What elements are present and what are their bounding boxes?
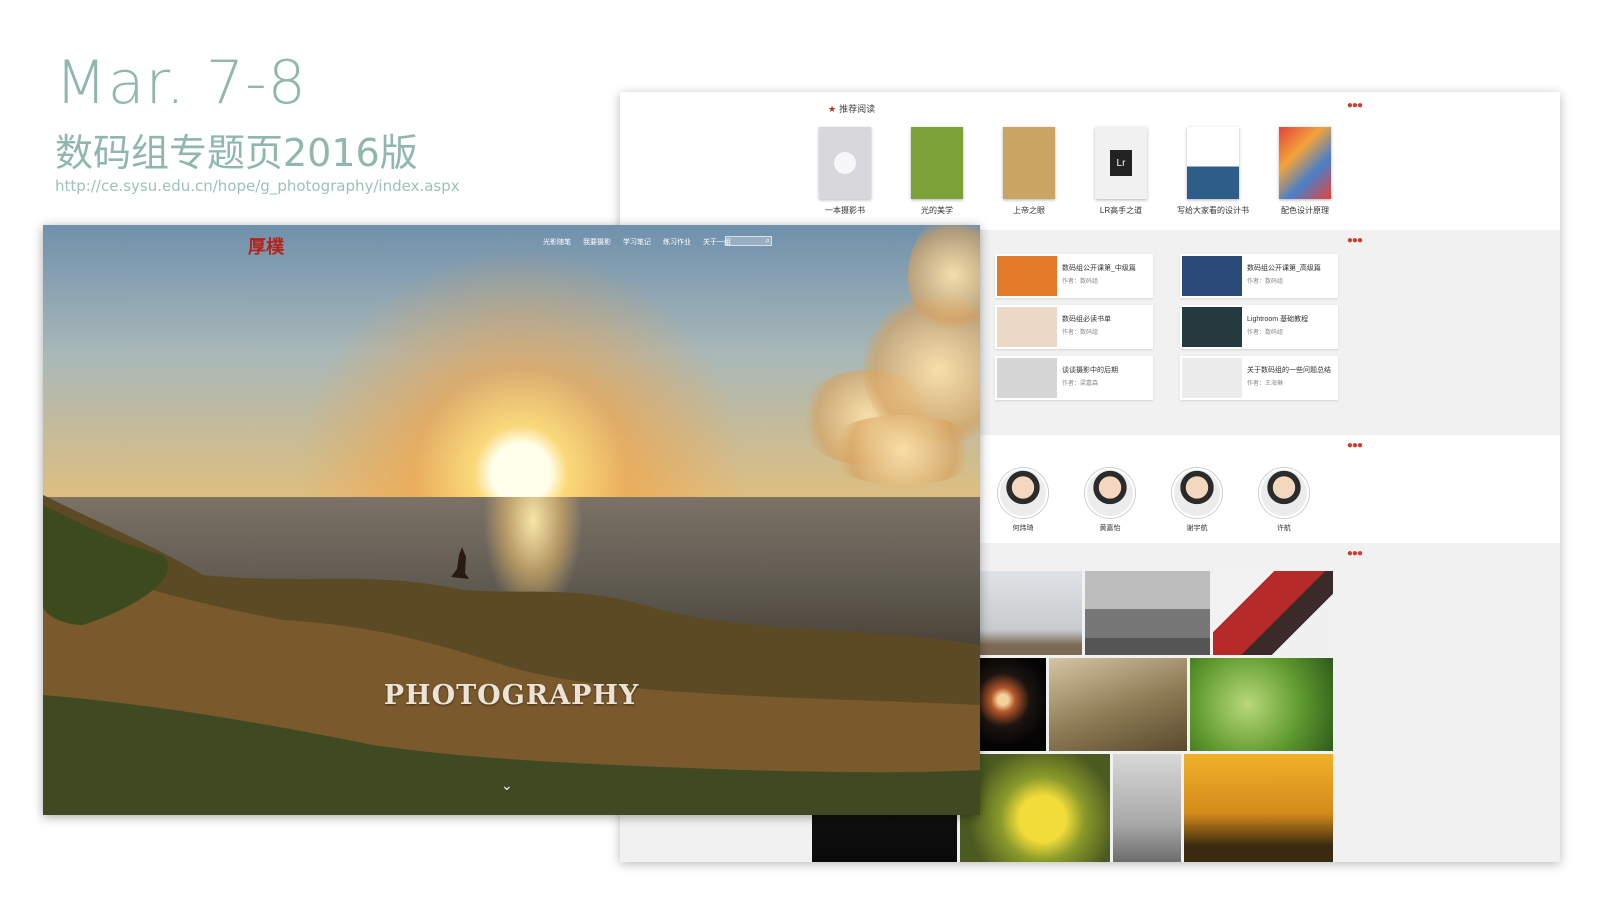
article-card[interactable]: Lightroom 基础教程 作者：数码组 bbox=[1180, 305, 1338, 349]
article-thumbnail bbox=[1182, 358, 1242, 398]
article-title: Lightroom 基础教程 bbox=[1247, 316, 1309, 323]
chevron-down-icon[interactable]: ⌄ bbox=[501, 777, 513, 794]
article-card[interactable]: 数码组必读书单 作者：数码组 bbox=[995, 305, 1153, 349]
article-thumbnail bbox=[997, 256, 1057, 296]
slide-subtitle: 数码组专题页2016版 bbox=[55, 131, 418, 175]
article-card[interactable]: 数码组公开课第_中级篇 作者：数码组 bbox=[995, 254, 1153, 298]
article-title: 数码组公开课第_中级篇 bbox=[1062, 265, 1136, 272]
book-title: 光的美学 bbox=[921, 206, 953, 215]
member-name: 许航 bbox=[1277, 525, 1291, 532]
more-dots-icon[interactable]: ●●● bbox=[1347, 548, 1363, 559]
hero-nav: 光影随笔 我要摄影 学习笔记 练习作业 关于一组 bbox=[543, 237, 731, 247]
book-cover bbox=[1187, 127, 1239, 199]
books-section: ★ 推荐阅读 ●●● 一本摄影书 光的美学 上帝之眼 Lr LR高手之道 写给大家… bbox=[620, 92, 1560, 230]
city-skyline-photo[interactable] bbox=[1085, 571, 1210, 655]
article-title: 关于数码组的一些问题总结 bbox=[1247, 367, 1331, 374]
article-card[interactable]: 谈谈摄影中的后期 作者：梁嘉森 bbox=[995, 356, 1153, 400]
article-title: 数码组公开课第_高级篇 bbox=[1247, 265, 1321, 272]
books-heading-label: 推荐阅读 bbox=[839, 104, 876, 114]
avatar bbox=[998, 468, 1048, 518]
book-item[interactable]: 上帝之眼 bbox=[984, 127, 1074, 216]
book-cover bbox=[911, 127, 963, 199]
book-item[interactable]: 光的美学 bbox=[892, 127, 982, 216]
book-title: 上帝之眼 bbox=[1013, 206, 1045, 215]
more-dots-icon[interactable]: ●●● bbox=[1347, 440, 1363, 451]
hikers-photo[interactable] bbox=[1184, 754, 1333, 862]
article-thumbnail bbox=[1182, 307, 1242, 347]
more-dots-icon[interactable]: ●●● bbox=[1347, 100, 1363, 111]
book-cover bbox=[1003, 127, 1055, 199]
member-name: 黄嘉怡 bbox=[1099, 525, 1121, 532]
nav-item[interactable]: 学习笔记 bbox=[623, 237, 651, 247]
nav-item[interactable]: 练习作业 bbox=[663, 237, 691, 247]
books-heading: ★ 推荐阅读 bbox=[828, 102, 875, 115]
member-item[interactable]: 许航 bbox=[1249, 468, 1319, 533]
festival-photo[interactable] bbox=[1213, 571, 1333, 655]
hero-screenshot: 厚樸 光影随笔 我要摄影 学习笔记 练习作业 关于一组 ⌕ PHOTOGRAPH… bbox=[43, 225, 980, 815]
tree-silhouette-photo[interactable] bbox=[1113, 754, 1181, 862]
article-thumbnail bbox=[997, 358, 1057, 398]
book-item[interactable]: Lr LR高手之道 bbox=[1076, 127, 1166, 216]
article-author: 作者：梁嘉森 bbox=[1062, 381, 1099, 387]
flower-photo[interactable] bbox=[1049, 658, 1187, 751]
article-author: 作者：王海琳 bbox=[1247, 381, 1284, 387]
article-author: 作者：数码组 bbox=[1062, 279, 1099, 285]
search-icon[interactable]: ⌕ bbox=[766, 237, 770, 245]
avatar bbox=[1259, 468, 1309, 518]
article-title: 数码组必读书单 bbox=[1062, 316, 1111, 323]
book-item[interactable]: 一本摄影书 bbox=[800, 127, 890, 216]
member-item[interactable]: 黄嘉怡 bbox=[1075, 468, 1145, 533]
nav-item[interactable]: 光影随笔 bbox=[543, 237, 571, 247]
article-author: 作者：数码组 bbox=[1247, 279, 1284, 285]
article-thumbnail bbox=[997, 307, 1057, 347]
member-item[interactable]: 何炜琦 bbox=[988, 468, 1058, 533]
landscape-foreground bbox=[43, 495, 980, 815]
article-author: 作者：数码组 bbox=[1062, 330, 1099, 336]
avatar bbox=[1085, 468, 1135, 518]
green-leaf-photo[interactable] bbox=[1190, 658, 1333, 751]
search-input[interactable]: ⌕ bbox=[725, 236, 772, 246]
book-title: 写给大家看的设计书 bbox=[1177, 206, 1249, 215]
avatar bbox=[1172, 468, 1222, 518]
book-cover: Lr bbox=[1095, 127, 1147, 199]
more-dots-icon[interactable]: ●●● bbox=[1347, 235, 1363, 246]
book-title: 配色设计原理 bbox=[1281, 206, 1329, 215]
article-card[interactable]: 数码组公开课第_高级篇 作者：数码组 bbox=[1180, 254, 1338, 298]
bee-photo[interactable] bbox=[960, 754, 1110, 862]
nav-item[interactable]: 我要摄影 bbox=[583, 237, 611, 247]
member-name: 谢宇航 bbox=[1186, 525, 1208, 532]
article-thumbnail bbox=[1182, 256, 1242, 296]
book-item[interactable]: 写给大家看的设计书 bbox=[1168, 127, 1258, 216]
article-card[interactable]: 关于数码组的一些问题总结 作者：王海琳 bbox=[1180, 356, 1338, 400]
book-title: 一本摄影书 bbox=[825, 206, 865, 215]
member-name: 何炜琦 bbox=[1012, 525, 1034, 532]
article-author: 作者：数码组 bbox=[1247, 330, 1284, 336]
article-title: 谈谈摄影中的后期 bbox=[1062, 367, 1118, 374]
book-cover bbox=[819, 127, 871, 199]
site-logo[interactable]: 厚樸 bbox=[248, 233, 284, 259]
book-cover bbox=[1279, 127, 1331, 199]
book-item[interactable]: 配色设计原理 bbox=[1260, 127, 1350, 216]
star-icon: ★ bbox=[828, 104, 837, 114]
slide-title: Mar. 7-8 bbox=[55, 48, 307, 118]
book-title: LR高手之道 bbox=[1099, 206, 1143, 215]
slide-url[interactable]: http://ce.sysu.edu.cn/hope/g_photography… bbox=[55, 177, 460, 195]
member-item[interactable]: 谢宇航 bbox=[1162, 468, 1232, 533]
hero-brand-title: PHOTOGRAPHY bbox=[383, 680, 640, 711]
